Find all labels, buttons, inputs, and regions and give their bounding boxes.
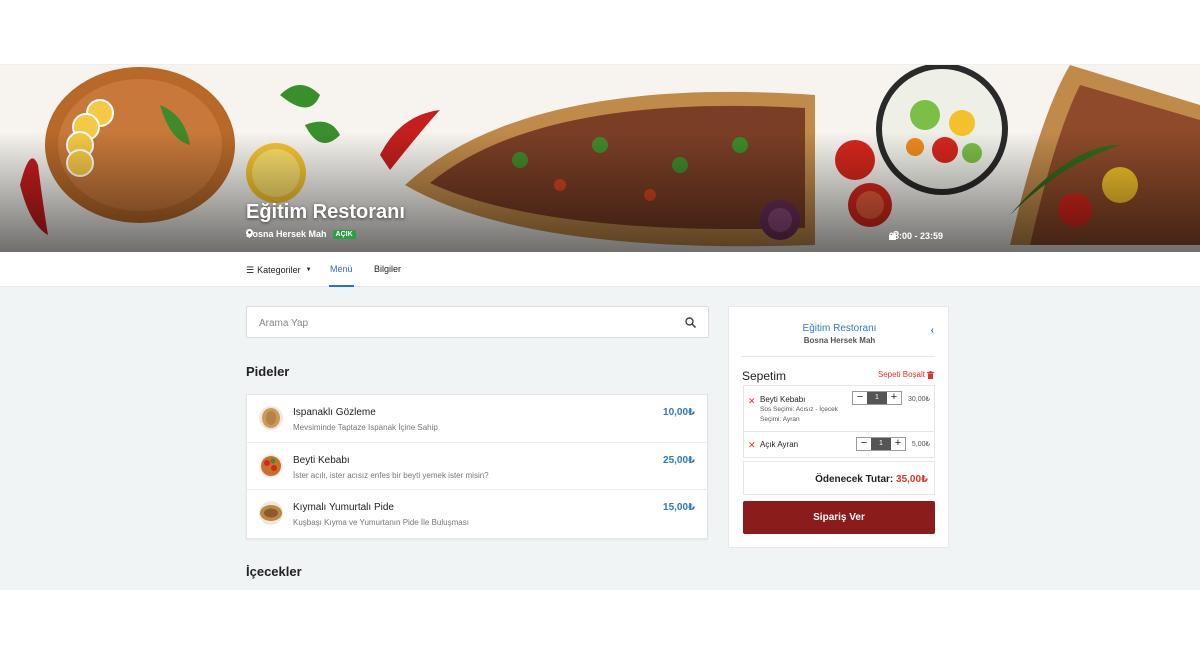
chevron-left-icon[interactable]: ‹ <box>931 325 934 336</box>
categories-dropdown[interactable]: ☰ Kategoriler ▼ <box>246 252 312 287</box>
search-icon[interactable] <box>685 317 696 328</box>
menu-navbar: ☰ Kategoriler ▼ Menü Bilgiler <box>0 252 1200 287</box>
menu-item[interactable]: Kıymalı Yumurtalı Pide Kuşbaşı Kıyma ve … <box>247 490 707 538</box>
cart-item-option: Seçimi: Ayran <box>760 416 800 423</box>
cart-item: ✕ Açık Ayran − 1 + 5,00₺ <box>744 432 934 457</box>
search-placeholder: Arama Yap <box>259 318 309 329</box>
item-name: Kıymalı Yumurtalı Pide <box>293 502 394 513</box>
item-name: Beyti Kebabı <box>293 454 350 466</box>
item-thumbnail <box>259 406 283 430</box>
cart-item-price: 5,00₺ <box>911 441 930 448</box>
restaurant-location: Bosna Hersek Mah AÇIK <box>246 229 356 239</box>
cart-panel: Eğitim Restoranı Bosna Hersek Mah ‹ Sepe… <box>728 306 949 548</box>
total-text: Ödenecek Tutar: <box>815 474 894 485</box>
location-text: Bosna Hersek Mah <box>246 229 327 239</box>
cart-items: ✕ Beyti Kebabı Sos Seçimi: Acısız - İçec… <box>743 385 935 458</box>
menu-item[interactable]: Beyti Kebabı İster acılı, ister acısız e… <box>247 443 707 490</box>
remove-item-icon[interactable]: ✕ <box>748 396 756 407</box>
item-description: İster acılı, ister acısız enfes bir beyt… <box>293 470 489 480</box>
cart-item-option: Sos Seçimi: Acısız - İçecek <box>760 406 839 413</box>
quantity-value: 1 <box>871 438 891 450</box>
restaurant-title: Eğitim Restoranı <box>246 201 405 223</box>
open-status-badge: AÇIK <box>332 229 356 239</box>
hero-banner: Eğitim Restoranı Bosna Hersek Mah AÇIK 0… <box>0 64 1200 252</box>
categories-label: Kategoriler <box>257 264 301 275</box>
tab-info[interactable]: Bilgiler <box>374 252 401 287</box>
total-value: 35,00₺ <box>896 474 928 485</box>
cart-title: Sepetim <box>742 369 787 383</box>
item-name: Ispanaklı Gözleme <box>293 407 376 418</box>
place-order-button[interactable]: Sipariş Ver <box>743 501 935 534</box>
quantity-stepper: − 1 + <box>852 391 902 405</box>
cart-item-name: Beyti Kebabı <box>760 395 806 404</box>
unlock-icon <box>889 231 899 240</box>
remove-item-icon[interactable]: ✕ <box>748 440 756 451</box>
decrease-button[interactable]: − <box>857 438 871 450</box>
section-title-pides: Pideler <box>246 364 290 379</box>
menu-list: Ispanaklı Gözleme Mevsiminde Taptaze Isp… <box>246 394 708 539</box>
item-thumbnail <box>259 501 283 525</box>
tab-menu[interactable]: Menü <box>329 252 354 287</box>
clear-cart-label: Sepeti Boşalt <box>877 370 925 379</box>
hero-shade <box>0 132 1200 252</box>
decrease-button[interactable]: − <box>853 392 867 404</box>
total-box: Ödenecek Tutar: 35,00₺ <box>743 461 935 495</box>
increase-button[interactable]: + <box>891 438 905 450</box>
cart-item-name: Açık Ayran <box>760 440 799 449</box>
menu-item[interactable]: Ispanaklı Gözleme Mevsiminde Taptaze Isp… <box>247 395 707 443</box>
cart-item: ✕ Beyti Kebabı Sos Seçimi: Acısız - İçec… <box>744 386 934 432</box>
divider <box>742 356 935 357</box>
caret-down-icon: ▼ <box>305 266 312 273</box>
item-description: Kuşbaşı Kıyma ve Yumurtanın Pide İle Bul… <box>293 518 469 527</box>
quantity-stepper: − 1 + <box>856 437 906 451</box>
increase-button[interactable]: + <box>887 392 901 404</box>
search-input[interactable]: Arama Yap <box>246 306 709 338</box>
trash-icon <box>927 370 934 379</box>
item-description: Mevsiminde Taptaze Ispanak İçine Sahip <box>293 423 438 432</box>
hamburger-icon: ☰ <box>246 264 255 275</box>
item-price: 15,00₺ <box>663 502 695 513</box>
cart-restaurant-name: Eğitim Restoranı <box>802 323 877 334</box>
opening-hours: 08:00 - 23:59 <box>889 231 943 241</box>
cart-restaurant-location: Bosna Hersek Mah <box>803 336 876 345</box>
total-label: Ödenecek Tutar: 35,00₺ <box>815 474 928 485</box>
item-price: 25,00₺ <box>663 454 695 466</box>
section-title-drinks: İçecekler <box>246 564 302 579</box>
item-price: 10,00₺ <box>663 407 695 418</box>
clear-cart-button[interactable]: Sepeti Boşalt <box>878 370 934 379</box>
cart-item-price: 30,00₺ <box>908 396 930 403</box>
item-thumbnail <box>259 453 283 478</box>
quantity-value: 1 <box>867 392 887 404</box>
map-pin-icon <box>246 229 253 238</box>
